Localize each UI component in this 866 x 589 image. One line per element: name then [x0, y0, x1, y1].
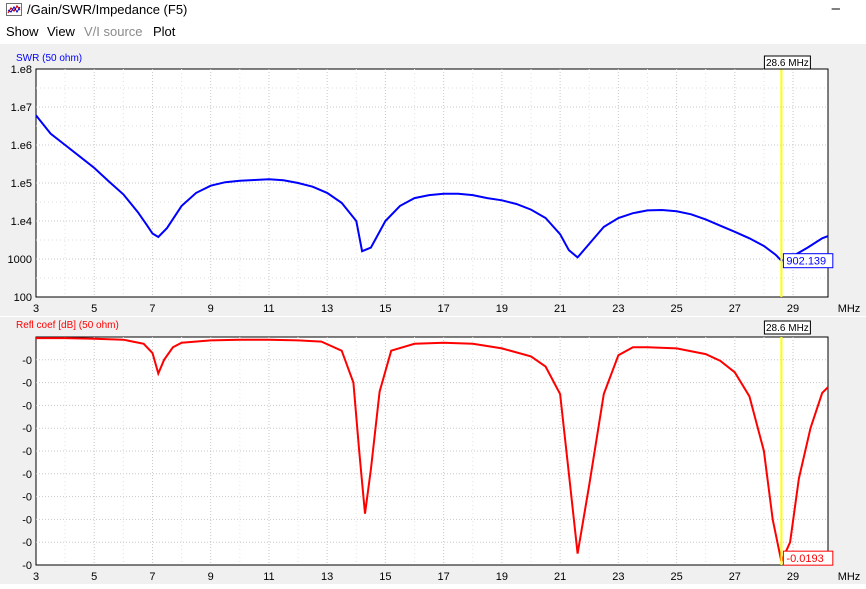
y-tick-label: -0: [22, 446, 32, 458]
y-tick-label: -0: [22, 423, 32, 435]
x-tick-label: 3: [33, 571, 39, 583]
x-tick-label: 17: [438, 303, 450, 315]
x-tick-label: 21: [554, 303, 566, 315]
x-tick-label: 11: [263, 571, 274, 583]
menu-show[interactable]: Show: [6, 24, 39, 39]
x-tick-label: 9: [208, 303, 214, 315]
y-tick-label: -0: [22, 469, 32, 481]
x-unit-label: MHz: [838, 571, 861, 583]
y-tick-label: -0: [22, 492, 32, 504]
x-tick-label: 7: [149, 571, 155, 583]
swr-chart[interactable]: 1.e8 1.e7 1.e6 1.e5 1.e4 1000 1003 5 7 9 11 13 15 17 1…: [0, 44, 866, 316]
x-tick-label: 29: [787, 571, 799, 583]
menu-plot[interactable]: Plot: [153, 24, 175, 39]
x-tick-label: 19: [496, 571, 508, 583]
y-tick-label: 1000: [8, 254, 32, 266]
x-tick-label: 9: [208, 571, 214, 583]
cursor-freq-label: 28.6 MHz: [766, 58, 809, 69]
x-tick-label: 25: [670, 571, 682, 583]
y-tick-label: 1.e6: [11, 140, 32, 152]
x-tick-label: 11: [263, 303, 274, 315]
x-tick-label: 25: [670, 303, 682, 315]
x-tick-label: 13: [321, 571, 333, 583]
x-unit-label: MHz: [838, 303, 861, 315]
menu-bar: Show View V/I source Plot: [0, 22, 866, 42]
y-tick-label: -0: [22, 400, 32, 412]
y-tick-label: 1.e4: [11, 216, 32, 228]
x-tick-label: 3: [33, 303, 39, 315]
x-tick-label: 5: [91, 571, 97, 583]
x-tick-label: 23: [612, 303, 624, 315]
cursor-freq-label: 28.6 MHz: [766, 323, 809, 334]
minimize-icon[interactable]: –: [832, 0, 840, 17]
y-tick-label: 1.e7: [11, 102, 32, 114]
window-title: /Gain/SWR/Impedance (F5): [27, 2, 188, 17]
x-tick-label: 5: [91, 303, 97, 315]
y-tick-label: 100: [14, 292, 32, 304]
x-tick-label: 17: [438, 571, 450, 583]
chart-title: SWR (50 ohm): [16, 53, 82, 64]
y-tick-label: -0: [22, 560, 32, 572]
y-tick-label: 1.e8: [11, 64, 32, 76]
y-tick-label: -0: [22, 355, 32, 367]
x-tick-label: 23: [612, 571, 624, 583]
y-tick-label: -0: [22, 514, 32, 526]
x-tick-label: 7: [149, 303, 155, 315]
menu-vi-source[interactable]: V/I source: [84, 24, 143, 39]
x-tick-label: 15: [379, 571, 391, 583]
cursor-value-label: 902.139: [786, 256, 826, 268]
x-tick-label: 27: [729, 303, 741, 315]
x-tick-label: 19: [496, 303, 508, 315]
reflcoef-chart-pane[interactable]: -0 -0 -0 -0 -0 -0 -0 -0 -0 -0 3 5 7 9 11 13 15 17 19 21 23 25…: [0, 317, 866, 584]
x-tick-label: 21: [554, 571, 566, 583]
x-tick-label: 29: [787, 303, 799, 315]
y-tick-label: -0: [22, 537, 32, 549]
x-tick-label: 15: [379, 303, 391, 315]
y-tick-label: -0: [22, 378, 32, 390]
y-tick-label: 1.e5: [11, 178, 32, 190]
x-tick-label: 27: [729, 571, 741, 583]
graph-app-icon: [6, 3, 22, 16]
chart-title: Refl coef [dB] (50 ohm): [16, 320, 119, 331]
swr-chart-pane[interactable]: 1.e8 1.e7 1.e6 1.e5 1.e4 1000 100 3 5 7 9 11 13 15 17 1…: [0, 44, 866, 316]
cursor-value-label: -0.0193: [786, 553, 823, 565]
menu-view[interactable]: View: [47, 24, 75, 39]
x-tick-label: 13: [321, 303, 333, 315]
reflcoef-chart[interactable]: -0-0-0-0-0-0-0-0-0-03 5 7 9 11 13 15 17 19 21 23 25…: [0, 317, 866, 584]
title-bar: /Gain/SWR/Impedance (F5) –: [0, 0, 866, 20]
